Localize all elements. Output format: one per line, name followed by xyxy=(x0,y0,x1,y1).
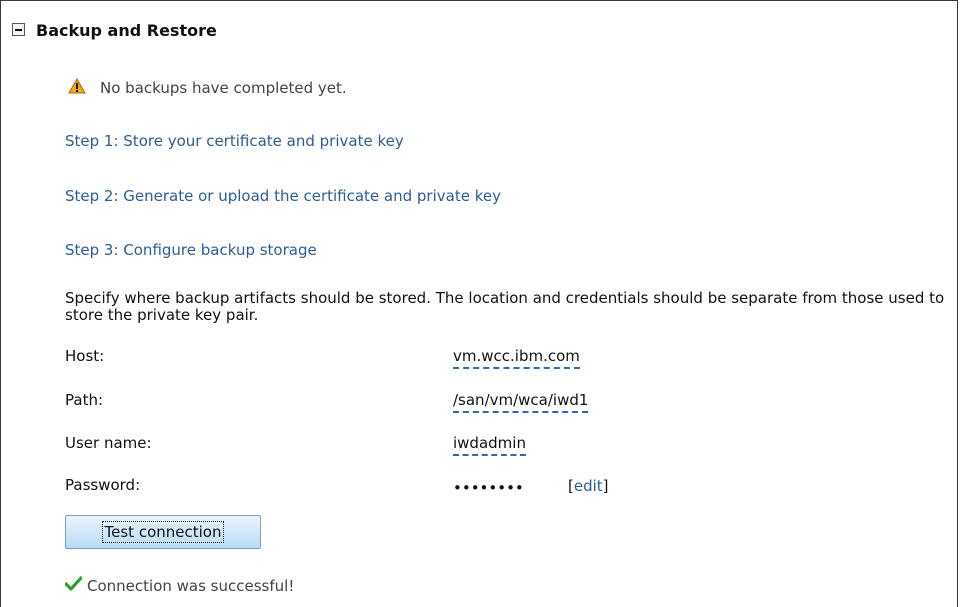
backup-restore-panel: Backup and Restore No backups have compl… xyxy=(0,0,958,607)
username-label: User name: xyxy=(65,434,152,452)
step-3-link[interactable]: Step 3: Configure backup storage xyxy=(65,241,317,259)
success-check-icon xyxy=(65,576,82,591)
test-connection-label: Test connection xyxy=(101,521,225,543)
test-connection-button[interactable]: Test connection xyxy=(65,515,261,549)
password-edit-link[interactable]: edit xyxy=(574,477,603,495)
password-value: •••••••• xyxy=(453,479,524,497)
step-2-link[interactable]: Step 2: Generate or upload the certifica… xyxy=(65,187,501,205)
password-label: Password: xyxy=(65,476,141,494)
path-value[interactable]: /san/vm/wca/iwd1 xyxy=(453,391,589,413)
warning-icon xyxy=(68,78,86,94)
step-1-link[interactable]: Step 1: Store your certificate and priva… xyxy=(65,132,404,150)
host-label: Host: xyxy=(65,347,105,365)
username-value[interactable]: iwdadmin xyxy=(453,434,526,456)
success-message: Connection was successful! xyxy=(87,577,295,595)
storage-description: Specify where backup artifacts should be… xyxy=(65,289,945,324)
collapse-icon[interactable] xyxy=(12,23,25,36)
section-title: Backup and Restore xyxy=(36,21,217,40)
path-label: Path: xyxy=(65,391,104,409)
password-edit: [edit] xyxy=(568,477,609,495)
edit-bracket-close: ] xyxy=(602,477,609,495)
host-value[interactable]: vm.wcc.ibm.com xyxy=(453,347,580,369)
warning-message: No backups have completed yet. xyxy=(100,79,347,97)
